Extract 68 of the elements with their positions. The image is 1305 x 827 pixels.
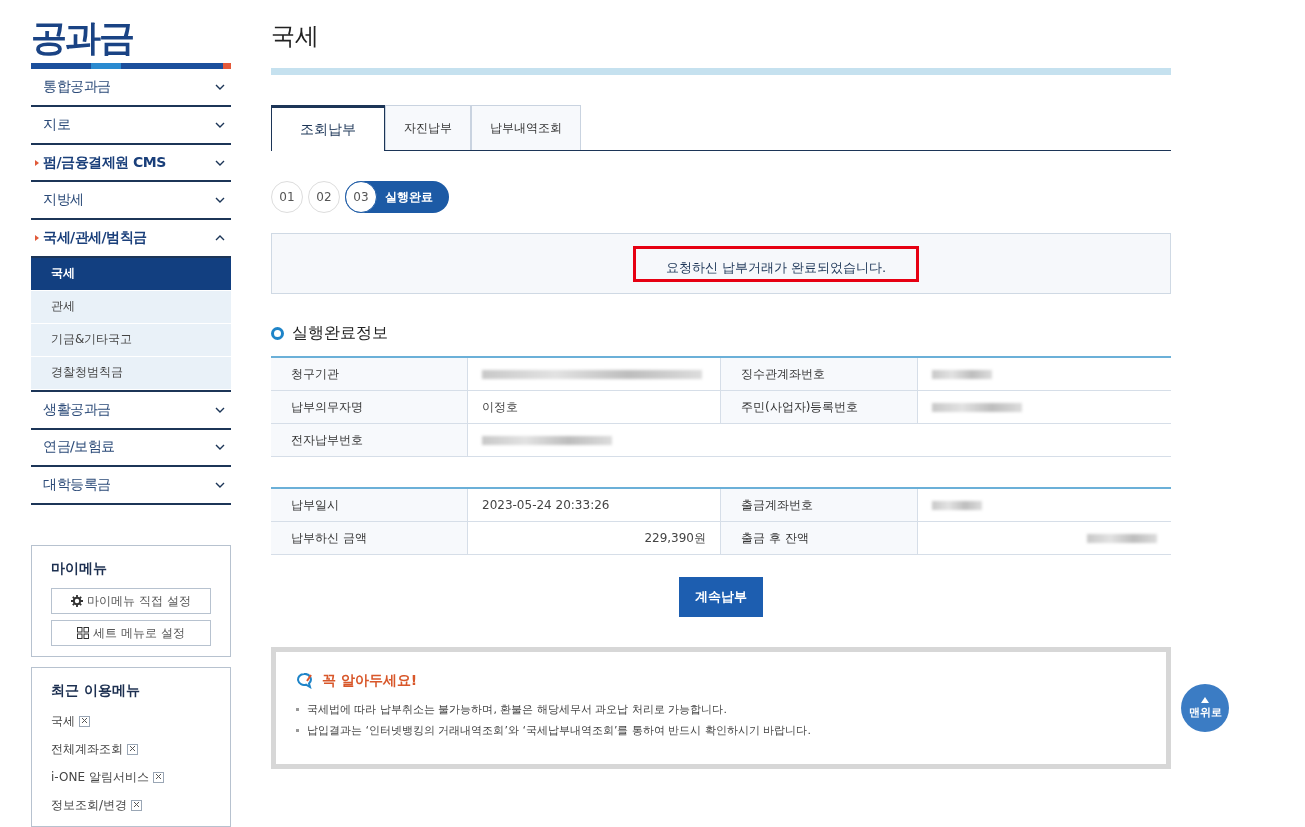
submenu-item[interactable]: 경찰청범칙금 bbox=[31, 356, 231, 390]
table-header-cell: 출금 후 잔액 bbox=[721, 522, 918, 554]
submenu-item[interactable]: 관세 bbox=[31, 290, 231, 324]
setting-button[interactable]: 마이메뉴 직접 설정 bbox=[51, 588, 211, 614]
table-header-cell: 납부일시 bbox=[271, 489, 468, 521]
table-header-cell: 납부하신 금액 bbox=[271, 522, 468, 554]
caret-up-icon bbox=[1201, 696, 1209, 703]
continue-button[interactable]: 계속납부 bbox=[679, 577, 763, 617]
bullet-icon bbox=[296, 708, 299, 711]
panel-title: 최근 이용메뉴 bbox=[51, 682, 141, 700]
chevron-down-icon bbox=[215, 482, 225, 489]
recent-menu-link[interactable]: 국세 bbox=[51, 712, 75, 730]
tab[interactable]: 자진납부 bbox=[385, 105, 471, 150]
step-indicator: 03 실행완료 bbox=[345, 181, 449, 213]
table-header-cell: 청구기관 bbox=[271, 358, 468, 390]
table-header-cell: 출금계좌번호 bbox=[721, 489, 918, 521]
step-indicator: 01 bbox=[271, 181, 303, 213]
page-title: 국세 bbox=[271, 21, 320, 52]
chevron-down-icon bbox=[215, 84, 225, 91]
chevron-down-icon bbox=[215, 444, 225, 451]
completion-message: 요청하신 납부거래가 완료되었습니다. bbox=[632, 245, 920, 282]
remove-button[interactable] bbox=[79, 715, 90, 727]
menu-item[interactable]: 생활공과금 bbox=[31, 391, 231, 430]
marker-icon bbox=[35, 235, 39, 241]
tab[interactable]: 조회납부 bbox=[271, 105, 385, 151]
grid-icon bbox=[77, 627, 90, 639]
close-icon bbox=[81, 716, 88, 724]
table-header-cell: 주민(사업자)등록번호 bbox=[721, 391, 918, 423]
panel-title: 마이메뉴 bbox=[51, 560, 108, 578]
submenu-item[interactable]: 국세 bbox=[31, 257, 231, 291]
notice-title: 꼭 알아두세요! bbox=[322, 672, 418, 690]
ring-icon bbox=[271, 326, 284, 340]
marker-icon bbox=[35, 159, 39, 166]
remove-button[interactable] bbox=[131, 799, 143, 811]
gear-icon bbox=[71, 595, 84, 607]
close-icon bbox=[133, 800, 141, 808]
chevron-down-icon bbox=[215, 406, 225, 413]
section-heading: 실행완료정보 bbox=[292, 322, 388, 344]
chevron-down-icon bbox=[215, 159, 225, 166]
menu-item[interactable]: 지로 bbox=[31, 106, 231, 145]
table-header-cell: 징수관계좌번호 bbox=[721, 358, 918, 390]
recent-menu-link[interactable]: 정보조회/변경 bbox=[51, 796, 128, 814]
tab[interactable]: 납부내역조회 bbox=[471, 105, 581, 150]
chevron-down-icon bbox=[215, 197, 225, 204]
submenu-item[interactable]: 기금&기타국고 bbox=[31, 323, 231, 357]
section-title: 공과금 bbox=[31, 16, 134, 60]
close-icon bbox=[129, 744, 136, 752]
setting-button[interactable]: 세트 메뉴로 설정 bbox=[51, 620, 211, 646]
speech-bubble-icon bbox=[296, 673, 314, 689]
chevron-down-icon bbox=[215, 121, 225, 128]
chevron-up-icon bbox=[215, 235, 225, 241]
menu-item[interactable]: 펌/금융결제원 CMS bbox=[31, 144, 231, 183]
scroll-top-button[interactable]: 맨위로 bbox=[1181, 684, 1229, 732]
close-icon bbox=[154, 772, 162, 780]
remove-button[interactable] bbox=[152, 771, 164, 783]
recent-menu-link[interactable]: 전체계좌조회 bbox=[51, 740, 123, 758]
remove-button[interactable] bbox=[127, 743, 138, 755]
recent-menu-link[interactable]: i-ONE 알림서비스 bbox=[51, 768, 149, 786]
menu-item[interactable]: 연금/보험료 bbox=[31, 429, 231, 468]
table-header-cell: 전자납부번호 bbox=[271, 424, 468, 456]
menu-item[interactable]: 통합공과금 bbox=[31, 69, 231, 107]
menu-item[interactable]: 대학등록금 bbox=[31, 467, 231, 505]
menu-item[interactable]: 지방세 bbox=[31, 182, 231, 221]
bullet-icon bbox=[296, 729, 299, 732]
notice-text: 납입결과는 ‘인터넷뱅킹의 거래내역조회’와 ‘국세납부내역조회’를 통하여 반드시 확인하시기 바랍니다. bbox=[307, 723, 811, 738]
step-indicator: 02 bbox=[308, 181, 340, 213]
notice-text: 국세법에 따라 납부취소는 불가능하며, 환불은 해당세무서 과오납 처리로 가능합니다. bbox=[307, 702, 727, 717]
table-header-cell: 납부의무자명 bbox=[271, 391, 468, 423]
